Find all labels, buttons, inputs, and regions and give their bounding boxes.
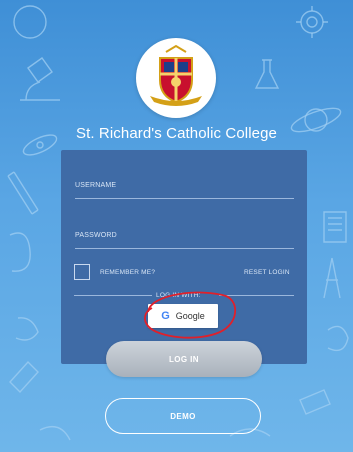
remember-me-checkbox[interactable] bbox=[74, 264, 90, 280]
crest-icon bbox=[150, 44, 202, 106]
school-logo bbox=[136, 38, 216, 118]
demo-button[interactable]: DEMO bbox=[105, 398, 261, 434]
password-label: PASSWORD bbox=[75, 232, 117, 239]
reset-login-link[interactable]: RESET LOGIN bbox=[244, 269, 290, 276]
username-label: USERNAME bbox=[75, 182, 117, 189]
login-button[interactable]: LOG IN bbox=[106, 341, 262, 377]
username-field[interactable] bbox=[75, 198, 294, 199]
school-name: St. Richard's Catholic College bbox=[76, 125, 277, 142]
annotation-circle bbox=[144, 291, 236, 339]
password-field[interactable] bbox=[75, 248, 294, 249]
remember-me-label: REMEMBER ME? bbox=[100, 269, 156, 276]
